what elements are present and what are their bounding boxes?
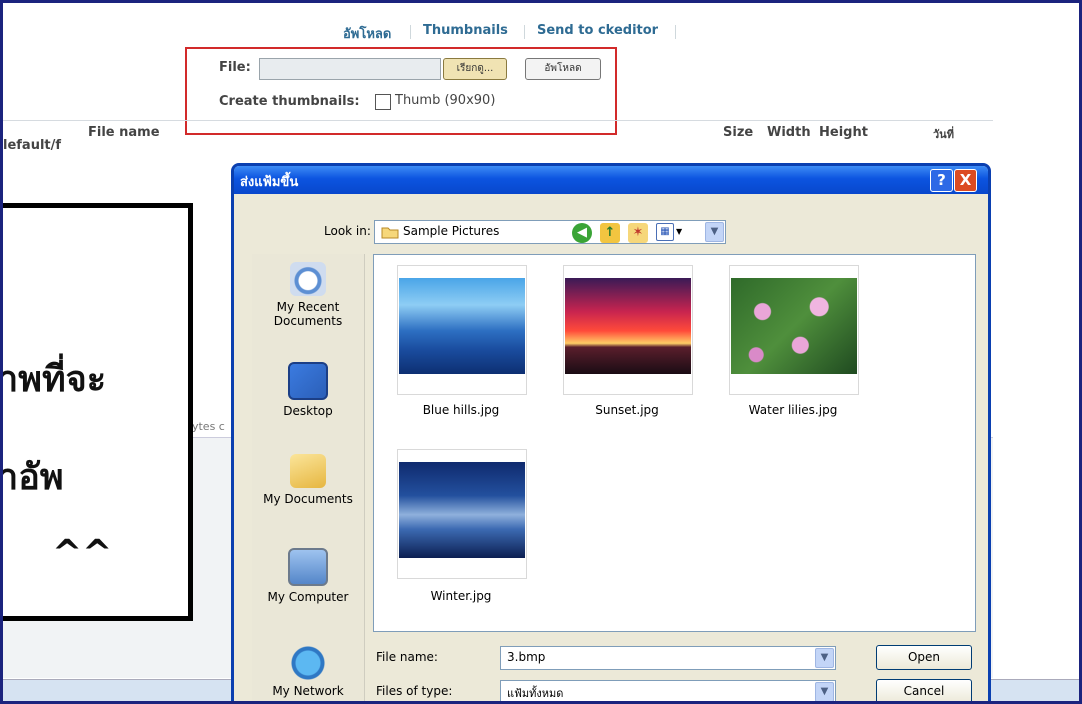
nav-divider <box>410 25 411 39</box>
dialog-toolbar: ◀ ↑ ✶ ▦ ▼ <box>572 221 712 245</box>
dialog-titlebar[interactable]: ส่งแฟ้มขึ้น ? X <box>234 166 988 194</box>
file-name-caption[interactable]: Sunset.jpg <box>547 403 707 417</box>
dialog-title: ส่งแฟ้มขึ้น <box>240 175 299 190</box>
sunset-image <box>565 278 691 374</box>
new-folder-icon[interactable]: ✶ <box>628 223 648 243</box>
back-icon[interactable]: ◀ <box>572 223 592 243</box>
create-thumbnails-label: Create thumbnails: <box>219 94 360 109</box>
open-button[interactable]: Open <box>876 645 972 670</box>
help-button[interactable]: ? <box>930 169 953 192</box>
my-computer-icon <box>288 548 328 586</box>
recent-documents-icon <box>290 262 326 296</box>
place-label: My Computer <box>267 590 349 604</box>
browse-button[interactable]: เรียกดู... <box>443 58 507 80</box>
file-thumbnail[interactable] <box>729 265 859 395</box>
file-type-value: แฟ้มทั้งหมด <box>507 687 564 700</box>
file-type-dropdown[interactable]: แฟ้มทั้งหมด ▼ <box>500 680 836 701</box>
path-fragment: lefault/f <box>3 138 62 153</box>
file-open-dialog: ส่งแฟ้มขึ้น ? X Look in: Sample Pictures… <box>231 163 991 701</box>
file-name-value: 3.bmp <box>507 650 546 664</box>
water-lilies-image <box>731 278 857 374</box>
place-label: Desktop <box>283 404 333 418</box>
column-header-filename[interactable]: File name <box>88 125 160 140</box>
file-label: File: <box>219 60 251 75</box>
look-in-value: Sample Pictures <box>403 224 500 238</box>
blue-hills-image <box>399 278 525 374</box>
place-my-documents[interactable]: My Documents <box>252 454 364 506</box>
file-name-label: File name: <box>376 650 438 664</box>
file-name-input[interactable]: 3.bmp ▼ <box>500 646 836 670</box>
nav-divider <box>524 25 525 39</box>
my-network-icon <box>290 646 326 680</box>
file-thumbnail[interactable] <box>397 449 527 579</box>
my-documents-icon <box>290 454 326 488</box>
note-line: ^^ <box>52 533 113 574</box>
place-my-network[interactable]: My Network <box>252 646 364 698</box>
screenshot-frame: อัพโหลด Thumbnails Send to ckeditor File… <box>0 0 1082 704</box>
file-thumbnail[interactable] <box>563 265 693 395</box>
up-folder-icon[interactable]: ↑ <box>600 223 620 243</box>
file-name-caption[interactable]: Winter.jpg <box>381 589 541 603</box>
table-divider <box>3 120 993 121</box>
look-in-label: Look in: <box>324 224 371 238</box>
desktop-icon <box>288 362 328 400</box>
annotation-note: าพที่จะ าอัพ ^^ <box>0 203 193 621</box>
place-desktop[interactable]: Desktop <box>252 362 364 418</box>
nav-thumbnails-link[interactable]: Thumbnails <box>423 23 508 38</box>
file-list-area[interactable]: Blue hills.jpg Sunset.jpg Water lilies.j… <box>373 254 976 632</box>
thumb-option-label: Thumb (90x90) <box>395 93 496 108</box>
view-menu-icon[interactable]: ▦ <box>656 223 674 241</box>
place-my-computer[interactable]: My Computer <box>252 548 364 604</box>
place-label: My Recent Documents <box>273 300 343 328</box>
winter-image <box>399 462 525 558</box>
upload-button[interactable]: อัพโหลด <box>525 58 601 80</box>
nav-upload-link[interactable]: อัพโหลด <box>343 23 391 44</box>
column-header-size[interactable]: Size <box>723 125 753 140</box>
close-button[interactable]: X <box>954 169 977 192</box>
cancel-button[interactable]: Cancel <box>876 679 972 701</box>
column-header-date[interactable]: วันที่ <box>933 125 954 143</box>
nav-send-to-ckeditor-link[interactable]: Send to ckeditor <box>537 23 658 38</box>
file-thumbnail[interactable] <box>397 265 527 395</box>
note-line: าพที่จะ <box>0 359 107 400</box>
column-header-height[interactable]: Height <box>819 125 868 140</box>
chevron-down-icon[interactable]: ▼ <box>815 682 834 701</box>
file-type-label: Files of type: <box>376 684 453 698</box>
file-path-input[interactable] <box>259 58 441 80</box>
column-header-width[interactable]: Width <box>767 125 811 140</box>
chevron-down-icon[interactable]: ▼ <box>815 648 834 668</box>
view-menu-chevron-icon[interactable]: ▼ <box>676 227 682 236</box>
place-label: My Network <box>272 684 344 698</box>
upload-form: File: เรียกดู... อัพโหลด Create thumbnai… <box>185 47 617 135</box>
folder-icon <box>381 227 399 239</box>
file-name-caption[interactable]: Water lilies.jpg <box>713 403 873 417</box>
places-bar: My Recent Documents Desktop My Documents… <box>252 254 365 701</box>
place-label: My Documents <box>263 492 353 506</box>
file-name-caption[interactable]: Blue hills.jpg <box>381 403 541 417</box>
nav-divider <box>675 25 676 39</box>
note-line: าอัพ <box>0 457 64 498</box>
place-my-recent-documents[interactable]: My Recent Documents <box>252 262 364 328</box>
thumb-checkbox[interactable] <box>375 94 391 110</box>
